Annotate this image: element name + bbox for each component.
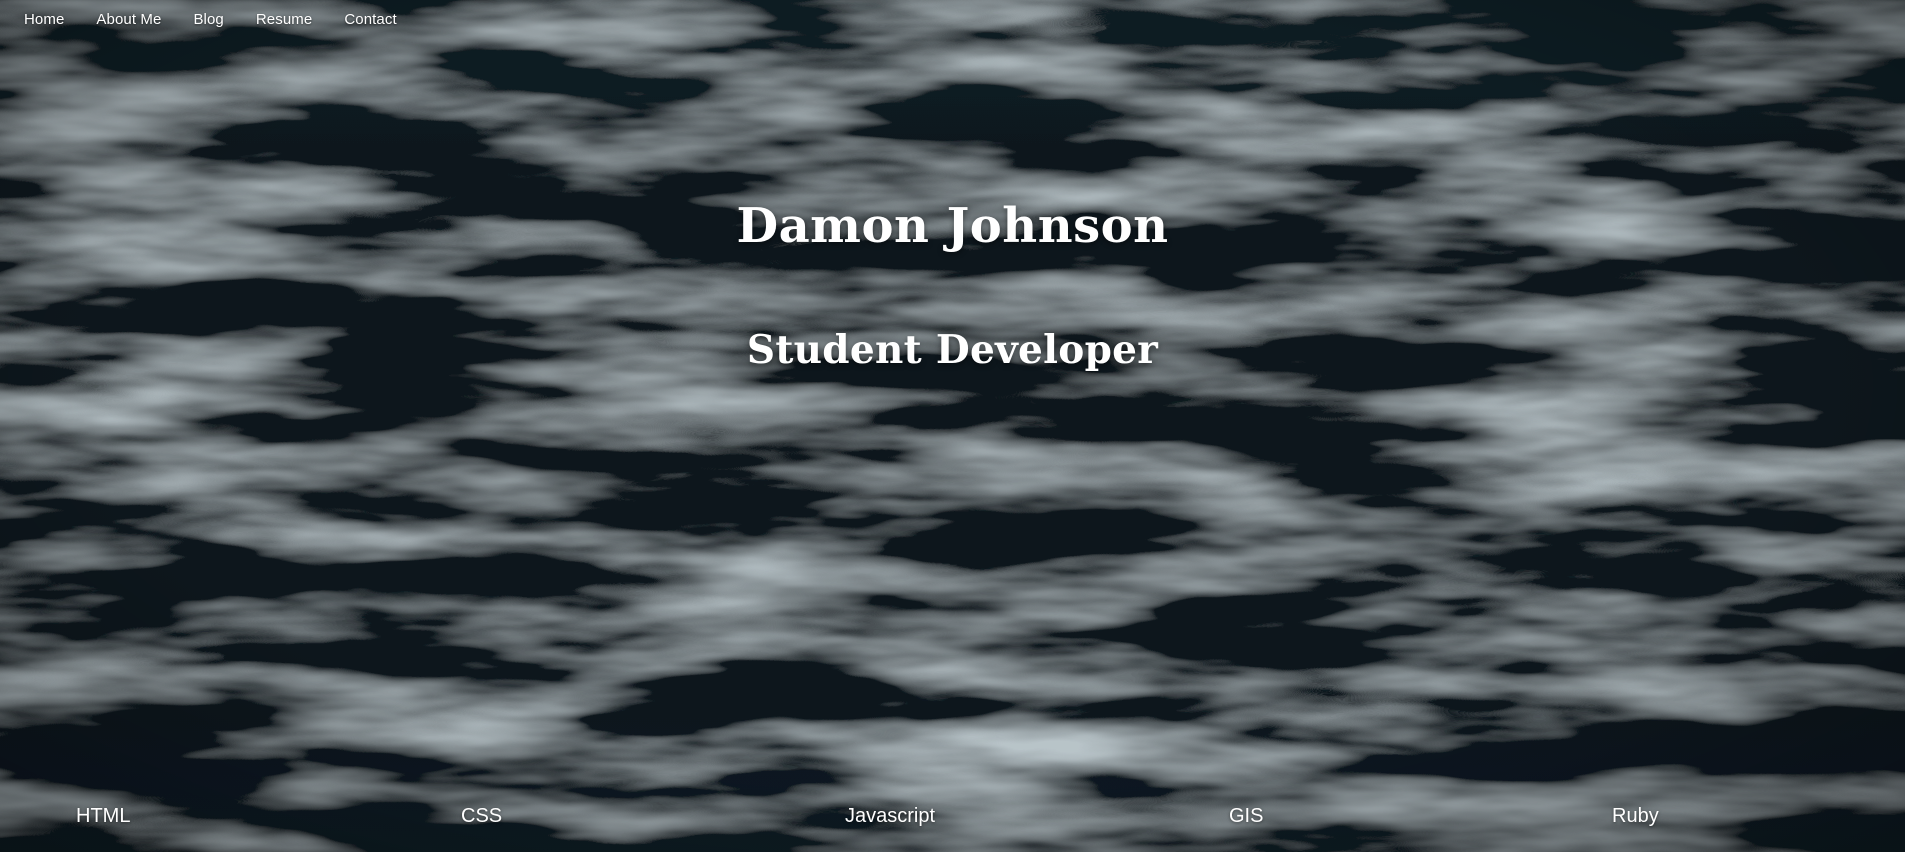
skill-item-html: HTML [76, 805, 131, 827]
nav-link-home[interactable]: Home [24, 11, 64, 28]
ocean-background-image [0, 0, 1905, 852]
nav-link-blog[interactable]: Blog [193, 11, 223, 28]
nav-link-resume[interactable]: Resume [256, 11, 312, 28]
skills-list: HTML CSS Javascript GIS Ruby [0, 800, 1905, 832]
skill-item-gis: GIS [1229, 805, 1264, 827]
skill-item-css: CSS [461, 805, 503, 827]
page: Home About Me Blog Resume Contact Damon … [0, 0, 1905, 852]
hero-subtitle: Student Developer [746, 327, 1159, 373]
nav-link-about-me[interactable]: About Me [96, 11, 161, 28]
skill-item-ruby: Ruby [1612, 805, 1659, 827]
top-nav: Home About Me Blog Resume Contact [0, 0, 429, 38]
skill-item-javascript: Javascript [845, 805, 936, 827]
hero-title: Damon Johnson [736, 198, 1169, 254]
nav-link-contact[interactable]: Contact [344, 11, 396, 28]
